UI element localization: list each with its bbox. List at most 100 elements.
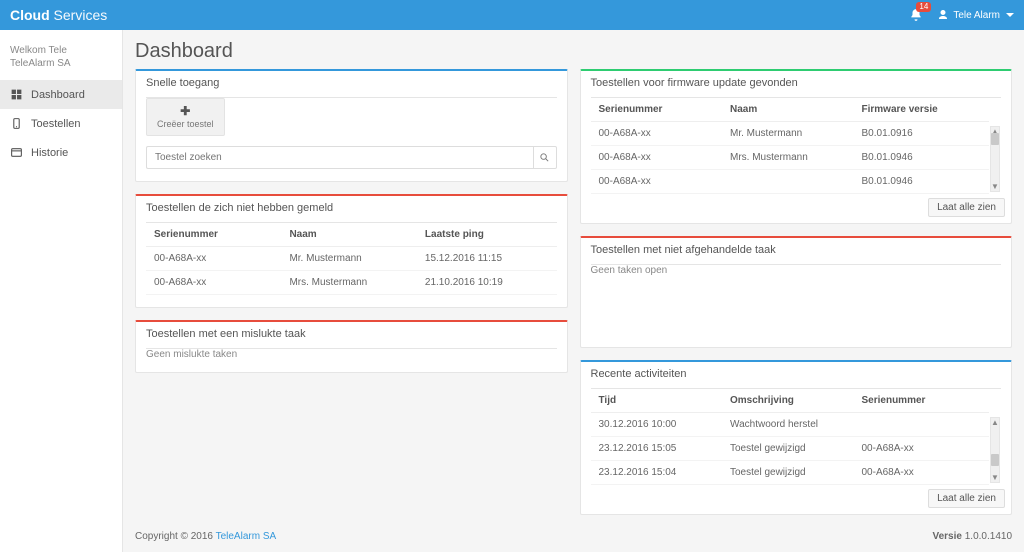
- brand-light: Services: [54, 7, 108, 23]
- panel-firmware-updates: Toestellen voor firmware update gevonden…: [580, 69, 1013, 224]
- user-menu[interactable]: Tele Alarm: [937, 9, 1014, 21]
- sidebar-item-historie[interactable]: Historie: [0, 138, 122, 167]
- scroll-down-icon[interactable]: ▼: [991, 473, 999, 482]
- table-row[interactable]: 00-A68A-xx Mr. Mustermann B0.01.0916: [591, 122, 990, 146]
- cell-time: 30.12.2016 10:00: [591, 413, 723, 437]
- panel-failed-tasks: Toestellen met een mislukte taak Geen mi…: [135, 320, 568, 373]
- brand-bold: Cloud: [10, 7, 50, 23]
- cell-desc: Wachtwoord herstel: [722, 413, 854, 437]
- welcome-line2: TeleAlarm SA: [10, 57, 112, 70]
- brand: Cloud Services: [10, 7, 107, 23]
- search-icon: [539, 152, 550, 163]
- create-device-button[interactable]: ✚ Creëer toestel: [146, 98, 225, 136]
- cell-serial: 00-A68A-xx: [854, 437, 990, 461]
- page-title: Dashboard: [135, 40, 1012, 63]
- not-reported-table: Serienummer Naam Laatste ping 00-A68A-xx…: [146, 223, 557, 295]
- col-serial: Serienummer: [146, 223, 281, 247]
- search-button[interactable]: [533, 146, 557, 169]
- cell-name: [722, 170, 854, 194]
- dashboard-icon: [10, 88, 23, 101]
- table-row[interactable]: 00-A68A-xx Mr. Mustermann 15.12.2016 11:…: [146, 247, 557, 271]
- col-version: Firmware versie: [854, 98, 990, 122]
- table-row[interactable]: 23.12.2016 15:04 Toestel gewijzigd 00-A6…: [591, 461, 990, 485]
- sidebar: Welkom Tele TeleAlarm SA Dashboard Toest…: [0, 30, 123, 552]
- cell-name: Mrs. Mustermann: [281, 271, 416, 295]
- panel-title: Toestellen voor firmware update gevonden: [581, 71, 1012, 97]
- cell-serial: 00-A68A-xx: [591, 146, 723, 170]
- cell-name: Mrs. Mustermann: [722, 146, 854, 170]
- notifications-button[interactable]: 14: [909, 8, 923, 22]
- panel-title: Toestellen met niet afgehandelde taak: [581, 238, 1012, 264]
- cell-serial: 00-A68A-xx: [591, 122, 723, 146]
- empty-message: Geen taken open: [591, 265, 1002, 276]
- welcome-line1: Welkom Tele: [10, 44, 112, 57]
- sidebar-item-toestellen[interactable]: Toestellen: [0, 109, 122, 138]
- recent-table: Tijd Omschrijving Serienummer 30.12.2016…: [591, 389, 990, 485]
- company-link[interactable]: TeleAlarm SA: [216, 531, 277, 542]
- col-time: Tijd: [591, 389, 723, 413]
- show-all-button[interactable]: Laat alle zien: [928, 198, 1005, 217]
- sidebar-item-label: Historie: [31, 147, 68, 159]
- panel-recent-activity: Recente activiteiten Tijd Omschrijving S…: [580, 360, 1013, 515]
- scroll-up-icon[interactable]: ▲: [991, 418, 999, 427]
- sidebar-item-label: Toestellen: [31, 118, 81, 130]
- cell-version: B0.01.0946: [854, 146, 990, 170]
- version-value: 1.0.0.1410: [965, 531, 1012, 542]
- col-desc: Omschrijving: [722, 389, 854, 413]
- cell-desc: Toestel gewijzigd: [722, 461, 854, 485]
- firmware-table: Serienummer Naam Firmware versie 00-A68A…: [591, 98, 990, 194]
- plus-icon: ✚: [180, 105, 190, 117]
- cell-ping: 15.12.2016 11:15: [417, 247, 557, 271]
- cell-serial: 00-A68A-xx: [146, 247, 281, 271]
- top-bar: Cloud Services 14 Tele Alarm: [0, 0, 1024, 30]
- welcome-block: Welkom Tele TeleAlarm SA: [0, 38, 122, 80]
- cell-ping: 21.10.2016 10:19: [417, 271, 557, 295]
- cell-desc: Toestel gewijzigd: [722, 437, 854, 461]
- show-all-button[interactable]: Laat alle zien: [928, 489, 1005, 508]
- panel-title: Toestellen met een mislukte taak: [136, 322, 567, 348]
- col-name: Naam: [281, 223, 416, 247]
- cell-serial: 00-A68A-xx: [591, 170, 723, 194]
- scrollbar[interactable]: ▲ ▼: [990, 126, 1000, 192]
- sidebar-item-dashboard[interactable]: Dashboard: [0, 80, 122, 109]
- sidebar-item-label: Dashboard: [31, 89, 85, 101]
- footer: Copyright © 2016 TeleAlarm SA Versie 1.0…: [135, 515, 1012, 552]
- table-row[interactable]: 30.12.2016 10:00 Wachtwoord herstel: [591, 413, 990, 437]
- panel-title: Snelle toegang: [136, 71, 567, 97]
- table-row[interactable]: 00-A68A-xx B0.01.0946: [591, 170, 990, 194]
- cell-version: B0.01.0916: [854, 122, 990, 146]
- scroll-thumb[interactable]: [991, 133, 999, 145]
- scroll-down-icon[interactable]: ▼: [991, 182, 999, 191]
- cell-serial: [854, 413, 990, 437]
- user-label: Tele Alarm: [953, 10, 1000, 21]
- panel-title: Recente activiteiten: [581, 362, 1012, 388]
- cell-time: 23.12.2016 15:05: [591, 437, 723, 461]
- panel-quick-access: Snelle toegang ✚ Creëer toestel: [135, 69, 568, 182]
- device-icon: [10, 117, 23, 130]
- cell-time: 23.12.2016 15:04: [591, 461, 723, 485]
- col-name: Naam: [722, 98, 854, 122]
- panel-pending-tasks: Toestellen met niet afgehandelde taak Ge…: [580, 236, 1013, 348]
- notification-badge: 14: [916, 2, 931, 12]
- table-row[interactable]: 23.12.2016 15:05 Toestel gewijzigd 00-A6…: [591, 437, 990, 461]
- copyright-text: Copyright © 2016: [135, 531, 216, 542]
- table-row[interactable]: 00-A68A-xx Mrs. Mustermann 21.10.2016 10…: [146, 271, 557, 295]
- history-icon: [10, 146, 23, 159]
- search-input[interactable]: [146, 146, 533, 169]
- table-row[interactable]: 00-A68A-xx Mrs. Mustermann B0.01.0946: [591, 146, 990, 170]
- scroll-thumb[interactable]: [991, 454, 999, 466]
- cell-name: Mr. Mustermann: [722, 122, 854, 146]
- cell-name: Mr. Mustermann: [281, 247, 416, 271]
- caret-down-icon: [1006, 13, 1014, 17]
- panel-title: Toestellen de zich niet hebben gemeld: [136, 196, 567, 222]
- col-serial: Serienummer: [854, 389, 990, 413]
- panel-not-reported: Toestellen de zich niet hebben gemeld Se…: [135, 194, 568, 308]
- user-icon: [937, 9, 949, 21]
- create-device-label: Creëer toestel: [157, 119, 214, 129]
- empty-message: Geen mislukte taken: [146, 349, 557, 360]
- cell-version: B0.01.0946: [854, 170, 990, 194]
- col-ping: Laatste ping: [417, 223, 557, 247]
- col-serial: Serienummer: [591, 98, 723, 122]
- scrollbar[interactable]: ▲ ▼: [990, 417, 1000, 483]
- cell-serial: 00-A68A-xx: [854, 461, 990, 485]
